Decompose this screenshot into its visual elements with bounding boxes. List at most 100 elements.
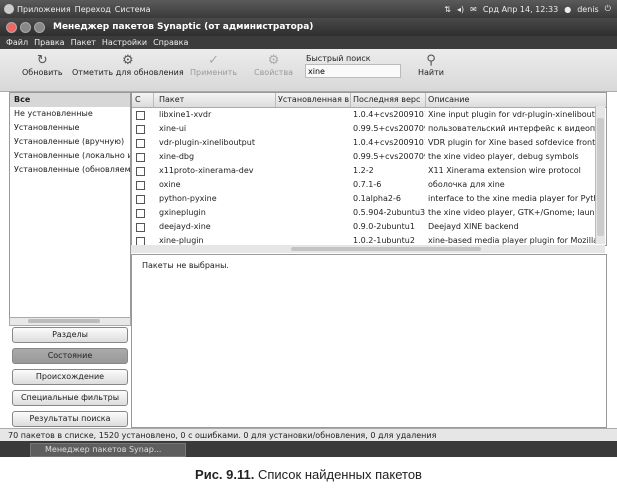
caption-text: Список найденных пакетов <box>254 467 422 482</box>
package-name: xine-ui <box>159 124 187 133</box>
apps-menu[interactable]: Приложения <box>4 4 71 14</box>
column-installed[interactable]: Установленная в <box>275 93 351 107</box>
minimize-icon[interactable] <box>20 21 31 33</box>
table-row[interactable]: python-pyxine 0.1alpha2-6 interface to the… <box>132 192 598 206</box>
package-checkbox[interactable] <box>136 153 145 162</box>
column-status[interactable]: С <box>132 93 154 107</box>
table-vscrollbar[interactable] <box>595 106 605 244</box>
find-button[interactable]: ⚲ Найти <box>418 53 444 77</box>
menu-file[interactable]: Файл <box>6 38 28 47</box>
user-name[interactable]: denis <box>577 5 598 14</box>
datetime[interactable]: Срд Апр 14, 12:33 <box>483 5 558 14</box>
table-row[interactable]: vdr-plugin-xineliboutput 1.0.4+cvs2009101… <box>132 136 598 150</box>
package-name: xine-dbg <box>159 152 195 161</box>
maximize-icon[interactable] <box>34 21 45 33</box>
column-description[interactable]: Описание <box>425 93 588 107</box>
filter-item-installed-local[interactable]: Установленные (локально и <box>10 149 130 163</box>
places-menu[interactable]: Переход <box>75 5 111 14</box>
package-checkbox[interactable] <box>136 209 145 218</box>
properties-button[interactable]: ⚙ Свойства <box>254 53 293 77</box>
filter-item-all[interactable]: Все <box>10 93 130 107</box>
apply-button[interactable]: ✓ Применить <box>190 53 237 77</box>
search-results-button[interactable]: Результаты поиска <box>12 411 128 427</box>
package-description: пользовательский интерфейс к видеопр <box>428 124 598 133</box>
menu-help[interactable]: Справка <box>153 38 188 47</box>
system-menu[interactable]: Система <box>115 5 151 14</box>
volume-icon[interactable]: ◂) <box>457 5 464 14</box>
scrollbar-thumb[interactable] <box>597 118 604 236</box>
package-checkbox[interactable] <box>136 111 145 120</box>
column-latest[interactable]: Последняя верс <box>350 93 426 107</box>
scrollbar-thumb[interactable] <box>28 319 100 323</box>
menu-edit[interactable]: Правка <box>34 38 64 47</box>
package-checkbox[interactable] <box>136 195 145 204</box>
origin-button[interactable]: Происхождение <box>12 369 128 385</box>
table-row[interactable]: oxine 0.7.1-6 оболочка для xine <box>132 178 594 192</box>
sections-button[interactable]: Разделы <box>12 327 128 343</box>
caption-label: Рис. 9.11. <box>195 467 255 482</box>
taskbar-item-synaptic[interactable]: Менеджер пакетов Synap... <box>30 443 186 457</box>
mark-upgrades-label: Отметить для обновления <box>72 68 184 77</box>
filter-item-installed[interactable]: Установленные <box>10 121 130 135</box>
status-bar: 70 пакетов в списке, 1520 установлено, 0… <box>0 428 617 442</box>
quick-search-label: Быстрый поиск <box>306 54 371 63</box>
package-name: x11proto-xinerama-dev <box>159 166 254 175</box>
package-latest-version: 0.1alpha2-6 <box>353 194 401 203</box>
table-row[interactable]: xine-ui 0.99.5+cvs200709 пользовательский … <box>132 122 598 136</box>
package-name: gxineplugin <box>159 208 206 217</box>
custom-filters-button[interactable]: Специальные фильтры <box>12 390 128 406</box>
details-pane: Пакеты не выбраны. <box>131 254 607 428</box>
package-name: libxine1-xvdr <box>159 110 212 119</box>
close-icon[interactable] <box>6 21 17 33</box>
quick-search-input[interactable] <box>305 64 401 78</box>
properties-icon: ⚙ <box>267 53 280 68</box>
package-checkbox[interactable] <box>136 223 145 232</box>
menu-settings[interactable]: Настройки <box>102 38 147 47</box>
network-icon[interactable]: ⇅ <box>444 5 451 14</box>
filter-item-installed-upgradable[interactable]: Установленные (обновляем <box>10 163 130 177</box>
package-name: vdr-plugin-xineliboutput <box>159 138 255 147</box>
filter-list-scrollbar[interactable] <box>9 317 131 326</box>
table-hscrollbar[interactable] <box>131 245 605 253</box>
package-latest-version: 1.2-2 <box>353 166 374 175</box>
table-row[interactable]: xine-dbg 0.99.5+cvs200709 the xine video p… <box>132 150 594 164</box>
package-checkbox[interactable] <box>136 167 145 176</box>
package-description: Xine input plugin for vdr-plugin-xinelib… <box>428 110 598 119</box>
filter-item-installed-manual[interactable]: Установленные (вручную) <box>10 135 130 149</box>
status-button[interactable]: Состояние <box>12 348 128 364</box>
package-name: python-pyxine <box>159 194 217 203</box>
package-installed-version <box>275 178 350 192</box>
system-label: Система <box>114 4 151 14</box>
package-checkbox[interactable] <box>136 125 145 134</box>
apply-icon: ✓ <box>208 53 219 68</box>
package-checkbox[interactable] <box>136 139 145 148</box>
table-row[interactable]: gxineplugin 0.5.904-2ubuntu3 the xine vide… <box>132 206 598 220</box>
package-latest-version: 0.5.904-2ubuntu3 <box>353 208 425 217</box>
package-description: X11 Xinerama extension wire protocol <box>428 166 581 175</box>
reload-button[interactable]: ↻ Обновить <box>22 53 63 77</box>
mark-upgrades-button[interactable]: ⚙ Отметить для обновления <box>72 53 184 77</box>
scrollbar-thumb[interactable] <box>291 247 481 251</box>
package-installed-version <box>275 136 350 150</box>
package-latest-version: 0.99.5+cvs200709 <box>353 124 425 133</box>
package-name: oxine <box>159 180 181 189</box>
find-label: Найти <box>418 68 444 77</box>
mail-icon[interactable]: ✉ <box>470 5 477 14</box>
ubuntu-logo-icon <box>4 4 14 14</box>
package-checkbox[interactable] <box>136 181 145 190</box>
package-installed-version <box>275 122 350 136</box>
menu-package[interactable]: Пакет <box>71 38 96 47</box>
package-latest-version: 0.99.5+cvs200709 <box>353 152 425 161</box>
table-row[interactable]: libxine1-xvdr 1.0.4+cvs2009101 Xine input … <box>132 108 598 122</box>
window-titlebar: Менеджер пакетов Synaptic (от администра… <box>0 18 617 36</box>
column-package[interactable]: Пакет <box>156 93 276 107</box>
filter-item-not-installed[interactable]: Не установленные <box>10 107 130 121</box>
search-icon: ⚲ <box>426 53 436 68</box>
power-icon[interactable]: ⏻ <box>605 4 611 14</box>
table-row[interactable]: deejayd-xine 0.9.0-2ubuntu1 Deejayd XINE b… <box>132 220 594 234</box>
reload-label: Обновить <box>22 68 63 77</box>
top-panel: Приложения Переход Система ⇅ ◂) ✉ Срд Ап… <box>0 0 617 18</box>
table-row[interactable]: x11proto-xinerama-dev 1.2-2 X11 Xinerama e… <box>132 164 594 178</box>
properties-label: Свойства <box>254 68 294 77</box>
package-table: С Пакет Установленная в Последняя верс О… <box>131 92 607 246</box>
